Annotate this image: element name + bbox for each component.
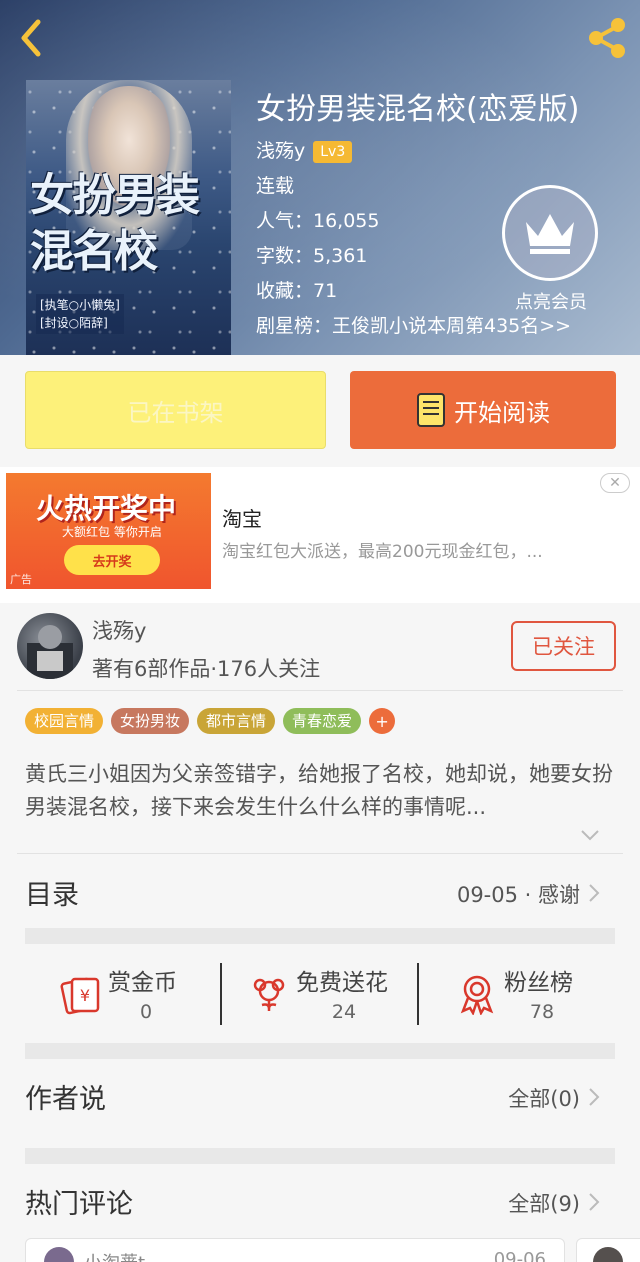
- share-icon[interactable]: [584, 16, 630, 60]
- on-shelf-button[interactable]: 已在书架: [25, 371, 326, 449]
- stats-separator: [417, 963, 419, 1025]
- book-title: 女扮男装混名校(恋爱版): [256, 92, 580, 127]
- chevron-down-icon[interactable]: [580, 828, 600, 842]
- chevron-right-icon: [589, 884, 600, 902]
- tag-list: 校园言情 女扮男妆 都市言情 青春恋爱 +: [25, 708, 396, 734]
- hot-comments-count: 全部(9): [508, 1192, 580, 1216]
- reward-coins-value: 0: [139, 1001, 153, 1023]
- fan-ranking-value: 78: [529, 1001, 555, 1023]
- free-flowers-label: 免费送花: [296, 970, 388, 996]
- tag-1[interactable]: 女扮男妆: [111, 708, 190, 734]
- hot-comments-label: 热门评论: [25, 1189, 133, 1220]
- author-card-name[interactable]: 浅殇y: [92, 615, 146, 645]
- section-separator: [25, 1148, 615, 1164]
- tag-3[interactable]: 青春恋爱: [283, 708, 362, 734]
- free-flowers[interactable]: 免费送花 24: [248, 959, 408, 1029]
- author-card[interactable]: 浅殇y 著有6部作品·176人关注 已关注: [0, 603, 640, 693]
- cover-credit-line2: [封设○陌辞]: [40, 316, 108, 330]
- vip-crown-button[interactable]: [502, 185, 598, 281]
- author-says-count: 全部(0): [508, 1087, 580, 1111]
- divider: [17, 690, 623, 691]
- comment-date: 09-06: [493, 1249, 546, 1262]
- author-name[interactable]: 浅殇y: [256, 134, 305, 169]
- divider: [17, 853, 623, 854]
- catalog-row[interactable]: 目录 09-05 · 感谢: [0, 855, 640, 931]
- avatar-image: [27, 625, 73, 679]
- action-buttons: 已在书架 开始阅读: [0, 355, 640, 467]
- ad-close-icon[interactable]: ✕: [600, 473, 630, 493]
- tag-2[interactable]: 都市言情: [197, 708, 276, 734]
- fan-ranking[interactable]: 粉丝榜 78: [456, 959, 596, 1029]
- stats-separator: [220, 963, 222, 1025]
- start-reading-label: 开始阅读: [454, 398, 550, 427]
- follow-button[interactable]: 已关注: [511, 621, 616, 671]
- red-envelope-icon: ¥: [60, 977, 100, 1015]
- flower-icon: [253, 978, 285, 1011]
- ad-banner[interactable]: 火热开奖中 大额红包 等你开启 去开奖 广告 淘宝 淘宝红包大派送，最高200元…: [0, 467, 640, 603]
- level-badge: Lv3: [313, 140, 353, 163]
- book-description: 黄氏三小姐因为父亲签错字，给她报了名校，她却说，她要女扮男装混名校，接下来会发生…: [25, 762, 613, 819]
- ranking-link[interactable]: 剧星榜：王俊凯小说本周第435名>>: [256, 309, 579, 344]
- commenter-avatar[interactable]: [44, 1247, 74, 1262]
- author-row[interactable]: 浅殇y Lv3: [256, 134, 579, 169]
- commenter-avatar[interactable]: [593, 1247, 623, 1262]
- ad-image-headline: 火热开奖中: [36, 492, 177, 525]
- ad-description[interactable]: 淘宝红包大派送，最高200元现金红包，...: [222, 537, 543, 562]
- book-header: 女扮男装混名校 [执笔○小懒兔] [封设○陌辞] 女扮男装混名校(恋爱版) 浅殇…: [0, 0, 640, 355]
- cover-title-art: 女扮男装混名校: [30, 170, 200, 277]
- book-icon: [417, 393, 445, 427]
- fan-ranking-label: 粉丝榜: [504, 970, 573, 996]
- medal-icon: [460, 975, 494, 1015]
- author-says-label: 作者说: [25, 1084, 106, 1115]
- ad-title[interactable]: 淘宝: [222, 503, 262, 532]
- cover-credit-line1: [执笔○小懒兔]: [40, 298, 120, 312]
- chevron-right-icon: [589, 1193, 600, 1211]
- ad-image-button[interactable]: 去开奖: [64, 545, 160, 575]
- author-card-meta: 著有6部作品·176人关注: [92, 657, 321, 681]
- chevron-right-icon: [589, 1088, 600, 1106]
- reward-coins-label: 赏金币: [108, 970, 177, 996]
- comment-card[interactable]: 小淘蔷t 09-06: [25, 1238, 565, 1262]
- free-flowers-value: 24: [331, 1001, 357, 1023]
- commenter-name[interactable]: 小淘蔷t: [84, 1249, 145, 1262]
- comment-card[interactable]: [576, 1238, 640, 1262]
- vip-label[interactable]: 点亮会员: [496, 288, 606, 314]
- tag-0[interactable]: 校园言情: [25, 708, 104, 734]
- author-says-row[interactable]: 作者说 全部(0): [0, 1059, 640, 1135]
- cover-credits: [执笔○小懒兔] [封设○陌辞]: [36, 294, 124, 334]
- ad-image-subline: 大额红包 等你开启: [62, 525, 162, 539]
- hot-comments-row[interactable]: 热门评论 全部(9): [0, 1164, 640, 1240]
- section-separator: [25, 1043, 615, 1059]
- catalog-latest: 09-05 · 感谢: [456, 883, 580, 907]
- author-avatar[interactable]: [17, 613, 83, 679]
- book-cover[interactable]: 女扮男装混名校 [执笔○小懒兔] [封设○陌辞]: [26, 80, 231, 355]
- back-icon[interactable]: [14, 16, 54, 60]
- crown-icon: [526, 214, 574, 254]
- ad-tag: 广告: [10, 573, 32, 586]
- svg-text:¥: ¥: [80, 986, 90, 1005]
- start-reading-button[interactable]: 开始阅读: [350, 371, 616, 449]
- tag-more-button[interactable]: +: [369, 708, 396, 734]
- catalog-label: 目录: [25, 880, 79, 911]
- reward-coins[interactable]: ¥ 赏金币 0: [60, 959, 190, 1029]
- ad-image[interactable]: 火热开奖中 大额红包 等你开启 去开奖 广告: [6, 473, 211, 589]
- stats-bar: ¥ 赏金币 0 免费送花 24 粉丝榜 78: [0, 945, 640, 1045]
- section-separator: [25, 928, 615, 944]
